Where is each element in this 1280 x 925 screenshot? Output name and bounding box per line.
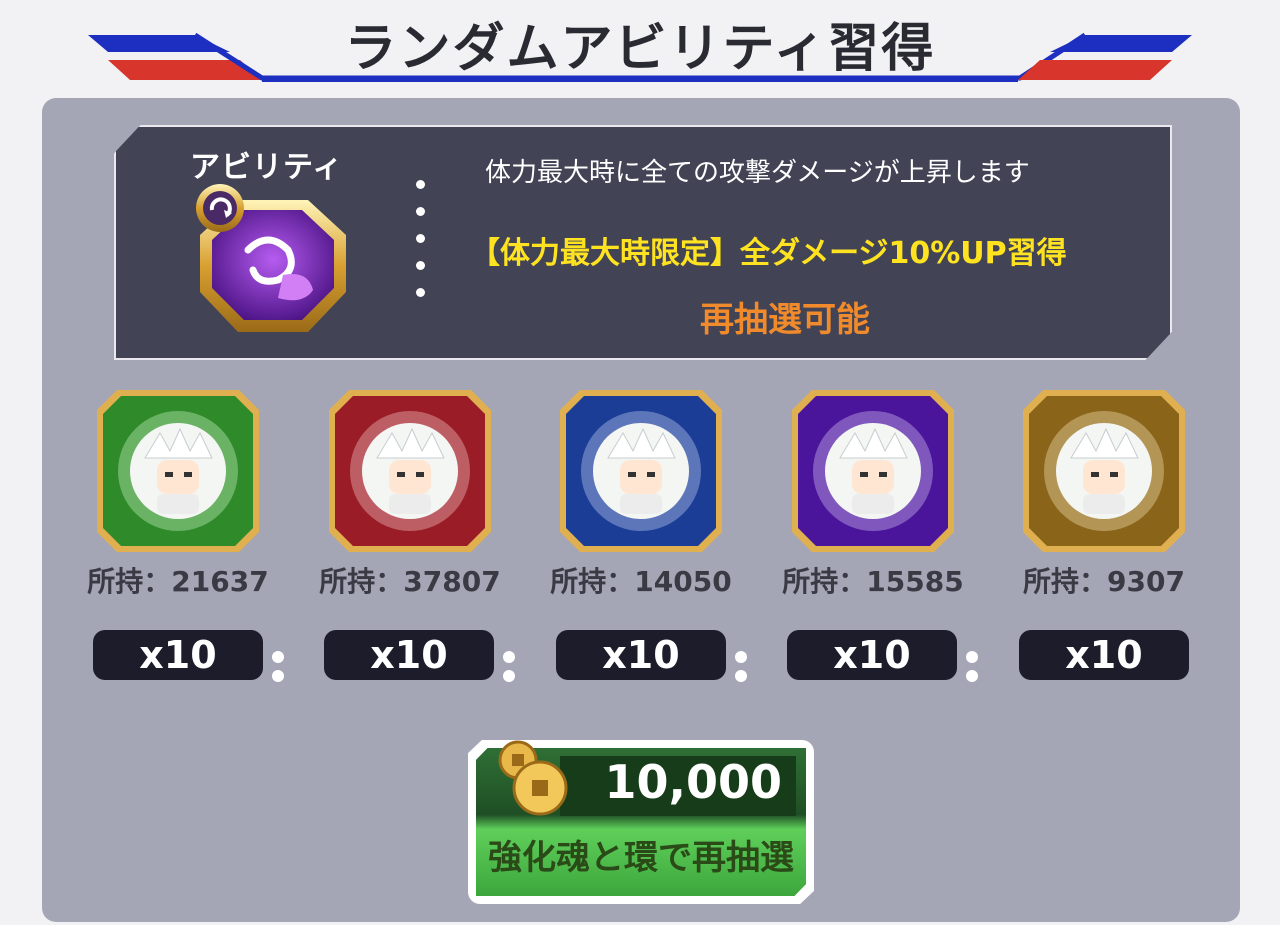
- owned-count-blue: 所持：14050: [550, 565, 732, 598]
- owned-count-red: 所持：37807: [319, 565, 501, 598]
- material-red[interactable]: [327, 388, 493, 554]
- reroll-price: 10,000: [604, 755, 782, 809]
- connector-dots: [966, 648, 1006, 682]
- ability-swirl-icon[interactable]: [188, 180, 358, 345]
- owned-count-purple: 所持：15585: [782, 565, 964, 598]
- gold-orb-icon: [1023, 390, 1185, 552]
- reroll-button-label: 強化魂と環で再抽選: [488, 838, 794, 878]
- material-blue[interactable]: [558, 388, 724, 554]
- green-orb-icon: [97, 390, 259, 552]
- reroll-status: 再抽選可能: [700, 300, 870, 340]
- connector-dots: [735, 648, 775, 682]
- ability-description: 体力最大時に全ての攻撃ダメージが上昇します: [485, 158, 1030, 188]
- material-purple[interactable]: [790, 388, 956, 554]
- qty-purple: x10: [787, 630, 957, 680]
- material-gold[interactable]: [1021, 388, 1187, 554]
- page-title: ランダムアビリティ習得: [344, 19, 936, 79]
- owned-count-green: 所持：21637: [87, 565, 269, 598]
- purple-orb-icon: [792, 390, 954, 552]
- coins-icon: [498, 740, 568, 816]
- blue-orb-icon: [560, 390, 722, 552]
- owned-count-gold: 所持：9307: [1023, 565, 1185, 598]
- red-orb-icon: [329, 390, 491, 552]
- qty-red: x10: [324, 630, 494, 680]
- qty-gold: x10: [1019, 630, 1189, 680]
- connector-dots: [503, 648, 543, 682]
- qty-green: x10: [93, 630, 263, 680]
- ability-effect: 【体力最大時限定】全ダメージ10%UP習得: [470, 236, 1067, 271]
- ability-separator-dots: [414, 180, 428, 304]
- material-green[interactable]: [95, 388, 261, 554]
- connector-dots: [272, 648, 312, 682]
- qty-blue: x10: [556, 630, 726, 680]
